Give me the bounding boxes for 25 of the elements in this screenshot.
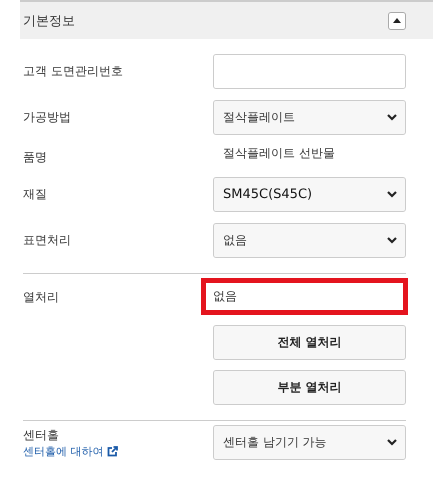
field-label: 품명 — [23, 150, 47, 164]
field-label: 센터홀 — [23, 426, 60, 444]
field-label: 고객 도면관리번호 — [23, 63, 124, 80]
caret-down-icon — [387, 237, 397, 244]
select-dropdown[interactable]: 절삭플레이트 — [213, 100, 406, 135]
caret-down-icon — [387, 439, 397, 446]
caret-up-icon — [393, 18, 401, 23]
select-dropdown[interactable]: 센터홀 남기기 가능 — [213, 425, 406, 460]
field-label: 가공방법 — [23, 109, 72, 126]
caret-down-icon — [387, 191, 397, 198]
field-value: 절삭플레이트 선반물 — [222, 146, 335, 162]
field-label: 표면처리 — [23, 232, 72, 249]
value-display: 없음 — [201, 278, 408, 315]
heat-treatment-button[interactable]: 전체 열처리 — [213, 325, 406, 360]
info-link[interactable]: 센터홀에 대하여 — [23, 444, 213, 458]
heat-treatment-button[interactable]: 부분 열처리 — [213, 370, 406, 405]
select-dropdown[interactable]: 없음 — [213, 223, 406, 258]
external-link-icon — [106, 446, 118, 456]
select-dropdown[interactable]: SM45C(S45C) — [213, 177, 406, 212]
field-label: 열처리 — [23, 289, 60, 306]
section-title: 기본정보 — [23, 12, 75, 30]
input-field[interactable] — [213, 54, 406, 89]
caret-down-icon — [387, 114, 397, 121]
collapse-button[interactable] — [388, 12, 406, 30]
field-label: 재질 — [23, 186, 48, 203]
